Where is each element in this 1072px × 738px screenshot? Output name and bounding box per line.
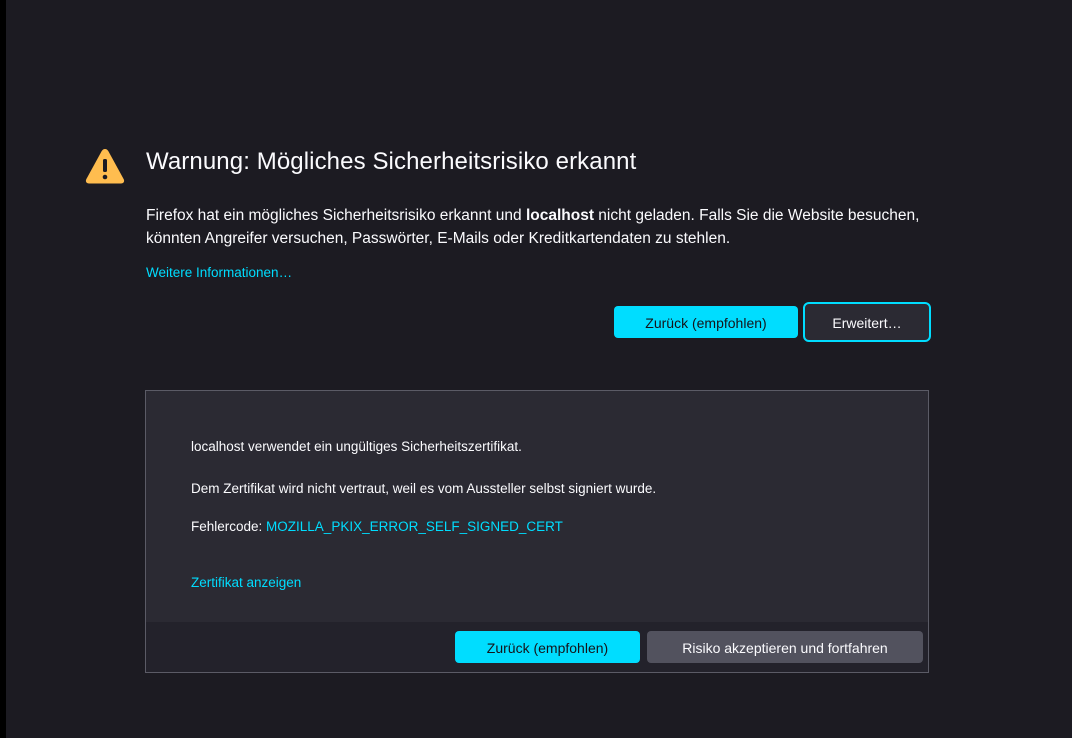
accept-risk-button[interactable]: Risiko akzeptieren und fortfahren xyxy=(647,631,923,663)
error-code-link[interactable]: MOZILLA_PKIX_ERROR_SELF_SIGNED_CERT xyxy=(266,519,563,534)
intro-host: localhost xyxy=(525,207,594,224)
advanced-panel: localhost verwendet ein ungültiges Siche… xyxy=(145,390,929,673)
learn-more-link[interactable]: Weitere Informationen… xyxy=(146,265,292,280)
panel-go-back-button[interactable]: Zurück (empfohlen) xyxy=(455,631,640,663)
go-back-button[interactable]: Zurück (empfohlen) xyxy=(614,306,798,338)
invalid-cert-text: localhost verwendet ein ungültiges Siche… xyxy=(191,439,522,454)
self-signed-text: Dem Zertifikat wird nicht vertraut, weil… xyxy=(191,481,657,496)
view-certificate-link[interactable]: Zertifikat anzeigen xyxy=(191,575,301,590)
error-code-line: Fehlercode: MOZILLA_PKIX_ERROR_SELF_SIGN… xyxy=(191,519,563,534)
error-code-label: Fehlercode: xyxy=(191,519,267,534)
advanced-panel-footer: Zurück (empfohlen) Risiko akzeptieren un… xyxy=(146,622,928,672)
intro-text: Firefox hat ein mögliches Sicherheitsris… xyxy=(146,204,936,250)
window-edge xyxy=(0,0,6,738)
advanced-button[interactable]: Erweitert… xyxy=(803,302,931,342)
warning-triangle-icon xyxy=(85,149,125,184)
page-title: Warnung: Mögliches Sicherheitsrisiko erk… xyxy=(146,148,637,175)
intro-text-start: Firefox hat ein mögliches Sicherheitsris… xyxy=(146,207,526,224)
